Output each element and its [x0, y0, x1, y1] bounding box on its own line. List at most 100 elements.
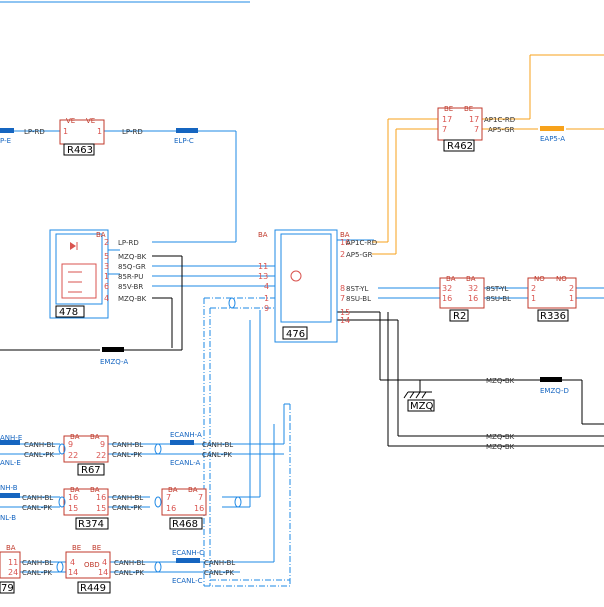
code-be-r449-2: BE: [92, 544, 101, 552]
pin-r449-4b: 4: [102, 558, 107, 567]
sig-canh-bl-3: CANH-BL: [202, 441, 233, 449]
sig-lp-rd-3: LP-RD: [118, 239, 139, 247]
sig-canh-bl-1: CANH-BL: [24, 441, 55, 449]
pin-476-7: 7: [340, 294, 345, 303]
sig-canh-bl-7: CANH-BL: [114, 559, 145, 567]
pin-r463-1b: 1: [97, 127, 102, 136]
label-r2: R2: [453, 311, 466, 322]
sig-ap1c-rd-2: AP1C-RD: [346, 239, 377, 247]
pin-r336-2a: 2: [531, 284, 536, 293]
pin-r468-16b: 16: [194, 504, 204, 513]
pin-r468-16a: 16: [166, 504, 176, 513]
label-r374: R374: [78, 519, 104, 530]
sig-ecanl-a: ECANL-A: [170, 459, 200, 467]
sig-canl-pk-5: CANL-PK: [112, 504, 142, 512]
pin-r374-15b: 15: [96, 504, 106, 513]
label-r67: R67: [81, 465, 101, 476]
code-ba-r2-2: BA: [466, 275, 476, 283]
pin-r67-9a: 9: [68, 440, 73, 449]
sig-ecanh-a: ECANH-A: [170, 431, 202, 439]
sig-8su-bl-1: 8SU-BL: [346, 295, 371, 303]
pin-476-4: 4: [264, 282, 269, 291]
pin-478-4: 4: [104, 294, 109, 303]
code-ba-r2-1: BA: [446, 275, 456, 283]
pin-r449-4a: 4: [70, 558, 75, 567]
emzq-a-bar: [102, 347, 124, 352]
label-79: 79: [1, 583, 14, 594]
code-ve-1: VE: [66, 117, 75, 125]
pin-r449-14a: 14: [68, 568, 78, 577]
code-ba-r67-2: BA: [90, 433, 100, 441]
pin-r468-7a: 7: [166, 493, 171, 502]
pin-r449-14b: 14: [98, 568, 108, 577]
pin-478-5: 5: [104, 252, 109, 261]
pin-r463-1a: 1: [63, 127, 68, 136]
sig-canl-pk-1: CANL-PK: [24, 451, 54, 459]
sig-mzq-bk-3: MZQ-BK: [486, 377, 515, 385]
emzq-d-bar: [540, 377, 562, 382]
pin-r468-7b: 7: [198, 493, 203, 502]
sig-anl-e: ANL-E: [0, 459, 21, 467]
sig-mzq-bk-1: MZQ-BK: [118, 253, 147, 261]
module-476: [274, 229, 338, 343]
pin-476-2: 2: [340, 250, 345, 259]
sig-8st-yl-2: 8ST-YL: [486, 285, 509, 293]
sig-ecanl-c: ECANL-C: [172, 577, 203, 585]
code-no-2: NO: [556, 275, 567, 283]
sig-lp-rd-1: LP-RD: [24, 128, 45, 136]
sig-canh-bl-4: CANH-BL: [22, 494, 53, 502]
sig-ap1c-rd-1: AP1C-RD: [484, 116, 515, 124]
sig-mzq-bk-2: MZQ-BK: [118, 295, 147, 303]
sig-85v-br: 85V-BR: [118, 283, 143, 291]
pin-r2-16a: 16: [442, 294, 452, 303]
label-r336: R336: [540, 311, 566, 322]
pin-r336-1a: 1: [531, 294, 536, 303]
code-ba-r468-2: BA: [188, 486, 198, 494]
code-be-2: BE: [464, 105, 473, 113]
sig-canl-pk-2: CANL-PK: [112, 451, 142, 459]
sig-eap5-a: EAP5-A: [540, 135, 565, 143]
label-mzq: MZQ: [410, 401, 433, 412]
pin-r2-16b: 16: [468, 294, 478, 303]
pin-478-1: 1: [104, 272, 109, 281]
sig-lp-rd-2: LP-RD: [122, 128, 143, 136]
code-be-1: BE: [444, 105, 453, 113]
sig-85q-gr: 85Q-GR: [118, 263, 146, 271]
sig-canl-pk-6: CANL-PK: [22, 569, 52, 577]
pin-476-14: 14: [340, 316, 350, 325]
sig-mzq-bk-4: MZQ-BK: [486, 433, 515, 441]
code-be-r449-1: BE: [72, 544, 81, 552]
sig-canh-bl-8: CANH-BL: [204, 559, 235, 567]
pin-476-13: 13: [258, 272, 268, 281]
label-r449: R449: [80, 583, 106, 594]
sig-canh-bl-5: CANH-BL: [112, 494, 143, 502]
label-476: 476: [286, 329, 305, 340]
sig-85r-pu: 85R-PU: [118, 273, 143, 281]
sig-canl-pk-4: CANL-PK: [22, 504, 52, 512]
sig-canl-pk-8: CANL-PK: [204, 569, 234, 577]
pin-478-2: 2: [104, 238, 109, 247]
pin-r336-2b: 2: [569, 284, 574, 293]
label-r462: R462: [447, 141, 473, 152]
code-ba-79: BA: [6, 544, 16, 552]
pin-r462-17b: 17: [469, 115, 479, 124]
sig-8su-bl-2: 8SU-BL: [486, 295, 511, 303]
code-ba-476l: BA: [258, 231, 268, 239]
sig-ap5-gr-1: AP5-GR: [488, 126, 515, 134]
twisted-pair-icons: [56, 297, 242, 573]
sig-canl-pk-3: CANL-PK: [202, 451, 232, 459]
pin-r374-16a: 16: [68, 493, 78, 502]
sig-canh-bl-2: CANH-BL: [112, 441, 143, 449]
sig-emzq-d: EMZQ-D: [540, 387, 569, 395]
pin-r67-22a: 22: [68, 451, 78, 460]
sig-nh-b: NH-B: [0, 484, 18, 492]
pin-476-9: 9: [264, 304, 269, 313]
wiring-diagram: R463 R462 478 476 R2 R336 MZQ R67 R374 R…: [0, 1, 604, 594]
sig-8st-yl-1: 8ST-YL: [346, 285, 369, 293]
sig-elp-c: ELP-C: [174, 137, 194, 145]
eap5-a-bar: [540, 126, 564, 131]
pin-r67-9b: 9: [100, 440, 105, 449]
sig-canh-bl-6: CANH-BL: [22, 559, 53, 567]
pin-79-24: 24: [8, 568, 18, 577]
pin-476-11: 11: [258, 262, 268, 271]
